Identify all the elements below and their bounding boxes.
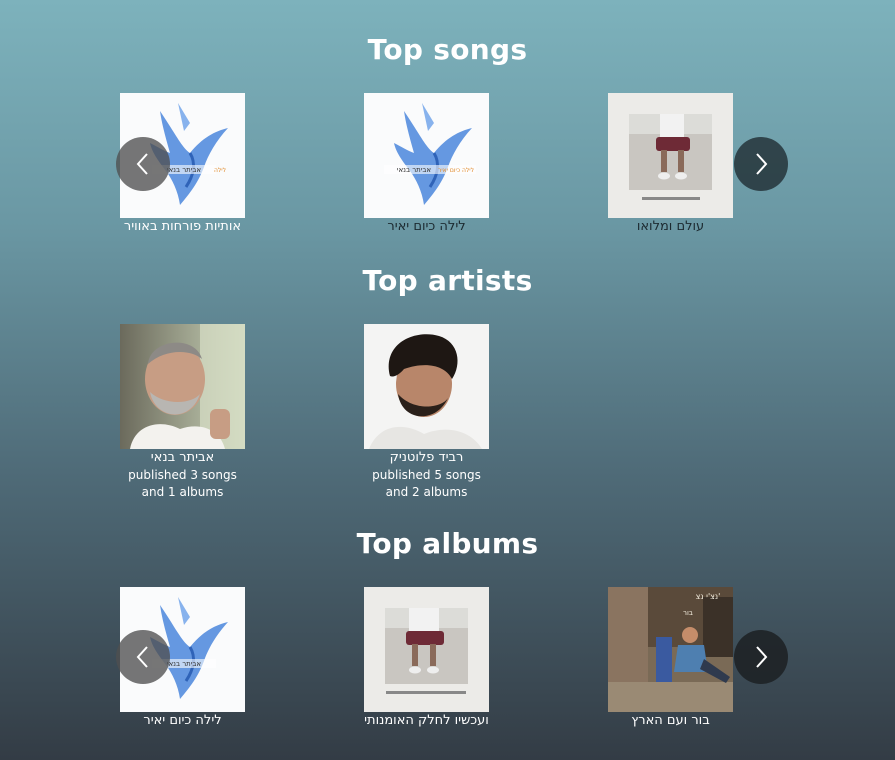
street-album-art: נצ'י נצ' בור [608, 587, 733, 712]
artist-stats-songs: published 5 songs [372, 468, 481, 482]
album-title[interactable]: לילה כיום יאיר [120, 713, 245, 729]
svg-text:נצ'י נצ': נצ'י נצ' [696, 592, 721, 601]
top-songs-section: Top songs [0, 33, 895, 66]
chevron-left-icon [136, 646, 148, 668]
svg-text:לילה כיום יאיר: לילה כיום יאיר [438, 167, 474, 174]
album-title[interactable]: ועכשיו לחלק האומנותי [364, 713, 489, 729]
svg-text:אביתר בנאי: אביתר בנאי [167, 166, 201, 174]
album-card[interactable]: ועכשיו לחלק האומנותי [364, 587, 489, 729]
feet-album-art [608, 93, 733, 218]
artist-name[interactable]: רביד פלוטניק [364, 450, 489, 466]
songs-next-button[interactable] [734, 137, 788, 191]
svg-text:אביתר בנאי: אביתר בנאי [167, 660, 201, 668]
top-artists-title: Top artists [362, 264, 533, 297]
artist-card[interactable]: רביד פלוטניק published 5 songs and 2 alb… [364, 324, 489, 500]
chevron-right-icon [756, 153, 768, 175]
top-albums-section: Top albums [0, 527, 895, 560]
artist-name[interactable]: אביתר בנאי [120, 450, 245, 466]
svg-text:לילה: לילה [214, 167, 226, 174]
song-card[interactable]: עולם ומלואו [608, 93, 733, 235]
song-title[interactable]: עולם ומלואו [608, 219, 733, 235]
album-title[interactable]: בור ועם הארץ [608, 713, 733, 729]
artist-stats-albums: and 1 albums [141, 485, 224, 499]
albums-prev-button[interactable] [116, 630, 170, 684]
top-artists-section: Top artists [0, 264, 895, 297]
chevron-left-icon [136, 153, 148, 175]
artist-photo-gray-beard [120, 324, 245, 449]
song-card[interactable]: אביתר בנאי לילה כיום יאיר לילה כיום יאיר [364, 93, 489, 235]
svg-text:בור: בור [683, 609, 693, 617]
songs-prev-button[interactable] [116, 137, 170, 191]
artist-photo-curly-hair [364, 324, 489, 449]
svg-text:אביתר בנאי: אביתר בנאי [397, 166, 431, 174]
feet-album-art [364, 587, 489, 712]
artist-stats-albums: and 2 albums [385, 485, 468, 499]
album-card[interactable]: נצ'י נצ' בור בור ועם הארץ [608, 587, 733, 729]
song-title[interactable]: אותיות פורחות באוויר [120, 219, 245, 235]
albums-next-button[interactable] [734, 630, 788, 684]
top-songs-title: Top songs [367, 33, 528, 66]
song-title[interactable]: לילה כיום יאיר [364, 219, 489, 235]
artist-stats-songs: published 3 songs [128, 468, 237, 482]
chevron-right-icon [756, 646, 768, 668]
top-albums-title: Top albums [356, 527, 539, 560]
bird-album-art: אביתר בנאי לילה כיום יאיר [364, 93, 489, 218]
artist-card[interactable]: אביתר בנאי published 3 songs and 1 album… [120, 324, 245, 500]
